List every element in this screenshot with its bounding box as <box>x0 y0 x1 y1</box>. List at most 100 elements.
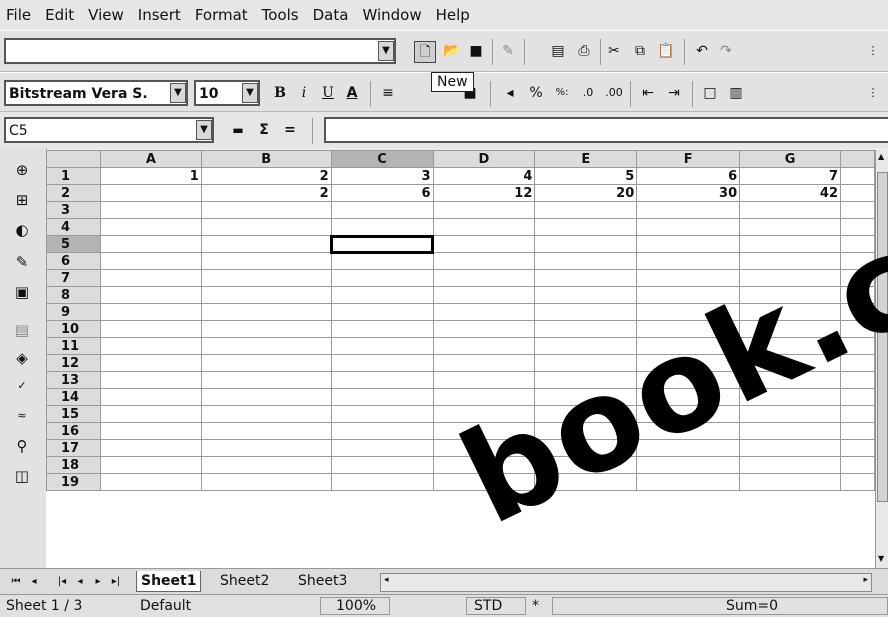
menu-tools[interactable]: Tools <box>262 6 299 24</box>
cell[interactable] <box>330 286 434 304</box>
cell[interactable]: 4 <box>432 167 536 185</box>
italic-button[interactable]: i <box>294 83 314 103</box>
font-size-dropdown-button[interactable]: ▼ <box>242 83 258 103</box>
currency-icon[interactable]: ◂ <box>500 83 520 103</box>
cell[interactable] <box>99 286 202 304</box>
cell[interactable] <box>534 286 638 304</box>
cell[interactable] <box>840 167 875 185</box>
cell[interactable] <box>99 371 202 389</box>
menu-edit[interactable]: Edit <box>45 6 74 24</box>
cell[interactable]: 20 <box>534 184 638 202</box>
cell[interactable] <box>432 422 536 440</box>
cell[interactable] <box>534 252 638 270</box>
cell[interactable] <box>99 218 202 236</box>
cell[interactable] <box>99 235 202 253</box>
cell[interactable] <box>739 371 841 389</box>
cell[interactable] <box>840 473 875 491</box>
cell[interactable] <box>99 456 202 474</box>
cell[interactable]: 42 <box>739 184 841 202</box>
cell[interactable] <box>432 354 536 372</box>
menu-view[interactable]: View <box>88 6 124 24</box>
sheet-tab[interactable]: Sheet2 <box>216 571 273 591</box>
row-header[interactable]: 15 <box>46 405 101 423</box>
cell[interactable]: 6 <box>636 167 741 185</box>
cell[interactable] <box>739 201 841 219</box>
cell[interactable] <box>739 405 841 423</box>
toolbar-more-icon[interactable]: ⋮ <box>866 83 880 103</box>
row-header[interactable]: 7 <box>46 269 101 287</box>
row-header[interactable]: 10 <box>46 320 101 338</box>
row-header[interactable]: 8 <box>46 286 101 304</box>
cell[interactable] <box>432 286 536 304</box>
number-format-icon[interactable]: %: <box>552 83 572 103</box>
cell[interactable] <box>200 235 332 253</box>
cell[interactable] <box>200 405 332 423</box>
underline-button[interactable]: U <box>318 83 338 103</box>
column-header[interactable] <box>840 150 875 168</box>
cell[interactable] <box>534 303 638 321</box>
row-header[interactable]: 16 <box>46 422 101 440</box>
print-icon[interactable]: ⎙ <box>574 41 594 61</box>
cell[interactable] <box>840 252 875 270</box>
first-tab-icon[interactable]: |◂ <box>52 572 72 592</box>
cell[interactable] <box>840 371 875 389</box>
add-decimal-icon[interactable]: .0 <box>578 83 598 103</box>
cell[interactable] <box>432 320 536 338</box>
cell[interactable] <box>840 354 875 372</box>
export-pdf-icon[interactable]: ▤ <box>548 41 568 61</box>
scroll-left-icon[interactable]: ◂ <box>384 575 389 585</box>
insert-chart-icon[interactable]: ▣ <box>12 282 32 302</box>
font-color-icon[interactable]: A <box>342 83 362 103</box>
row-header[interactable]: 6 <box>46 252 101 270</box>
cell[interactable] <box>200 320 332 338</box>
cell[interactable] <box>534 269 638 287</box>
cell[interactable] <box>840 439 875 457</box>
cell[interactable] <box>739 286 841 304</box>
bold-button[interactable]: B <box>270 83 290 103</box>
cell[interactable] <box>840 320 875 338</box>
cell[interactable] <box>432 201 536 219</box>
cell[interactable] <box>840 286 875 304</box>
cell[interactable]: 1 <box>99 167 202 185</box>
cell[interactable] <box>432 218 536 236</box>
cell[interactable] <box>200 269 332 287</box>
cell[interactable] <box>330 337 434 355</box>
column-header[interactable]: B <box>200 150 332 168</box>
row-header[interactable]: 18 <box>46 456 101 474</box>
scroll-down-icon[interactable]: ▼ <box>878 554 884 563</box>
font-name-dropdown-button[interactable]: ▼ <box>170 83 186 103</box>
row-header[interactable]: 2 <box>46 184 101 202</box>
cell[interactable] <box>636 201 741 219</box>
next-tab-icon[interactable]: ▸ <box>88 572 108 592</box>
cell[interactable] <box>200 303 332 321</box>
undo-icon[interactable]: ↶ <box>692 41 712 61</box>
cell[interactable] <box>739 337 841 355</box>
cell[interactable] <box>200 422 332 440</box>
cell[interactable] <box>99 422 202 440</box>
cell[interactable] <box>330 473 434 491</box>
cell[interactable] <box>330 405 434 423</box>
cell[interactable] <box>636 286 741 304</box>
cell[interactable] <box>534 388 638 406</box>
cell[interactable]: 5 <box>534 167 638 185</box>
cell[interactable] <box>200 218 332 236</box>
new-icon[interactable]: 🗋 <box>414 41 436 63</box>
cell[interactable] <box>330 422 434 440</box>
delete-decimal-icon[interactable]: .00 <box>604 83 624 103</box>
cell[interactable] <box>99 184 202 202</box>
cell[interactable] <box>739 388 841 406</box>
row-header[interactable]: 1 <box>46 167 101 185</box>
menu-help[interactable]: Help <box>436 6 470 24</box>
cell[interactable] <box>99 354 202 372</box>
decrease-indent-icon[interactable]: ⇤ <box>638 83 658 103</box>
row-header[interactable]: 11 <box>46 337 101 355</box>
cell[interactable] <box>200 456 332 474</box>
data-sources-icon[interactable]: ◫ <box>12 466 32 486</box>
spellcheck-icon[interactable]: ✓ <box>12 376 32 396</box>
redo-icon[interactable]: ↷ <box>716 41 736 61</box>
cell[interactable] <box>432 371 536 389</box>
cell[interactable] <box>200 337 332 355</box>
paste-icon[interactable]: 📋 <box>656 41 676 61</box>
column-header[interactable]: A <box>99 150 202 168</box>
copy-icon[interactable]: ⧉ <box>630 41 650 61</box>
